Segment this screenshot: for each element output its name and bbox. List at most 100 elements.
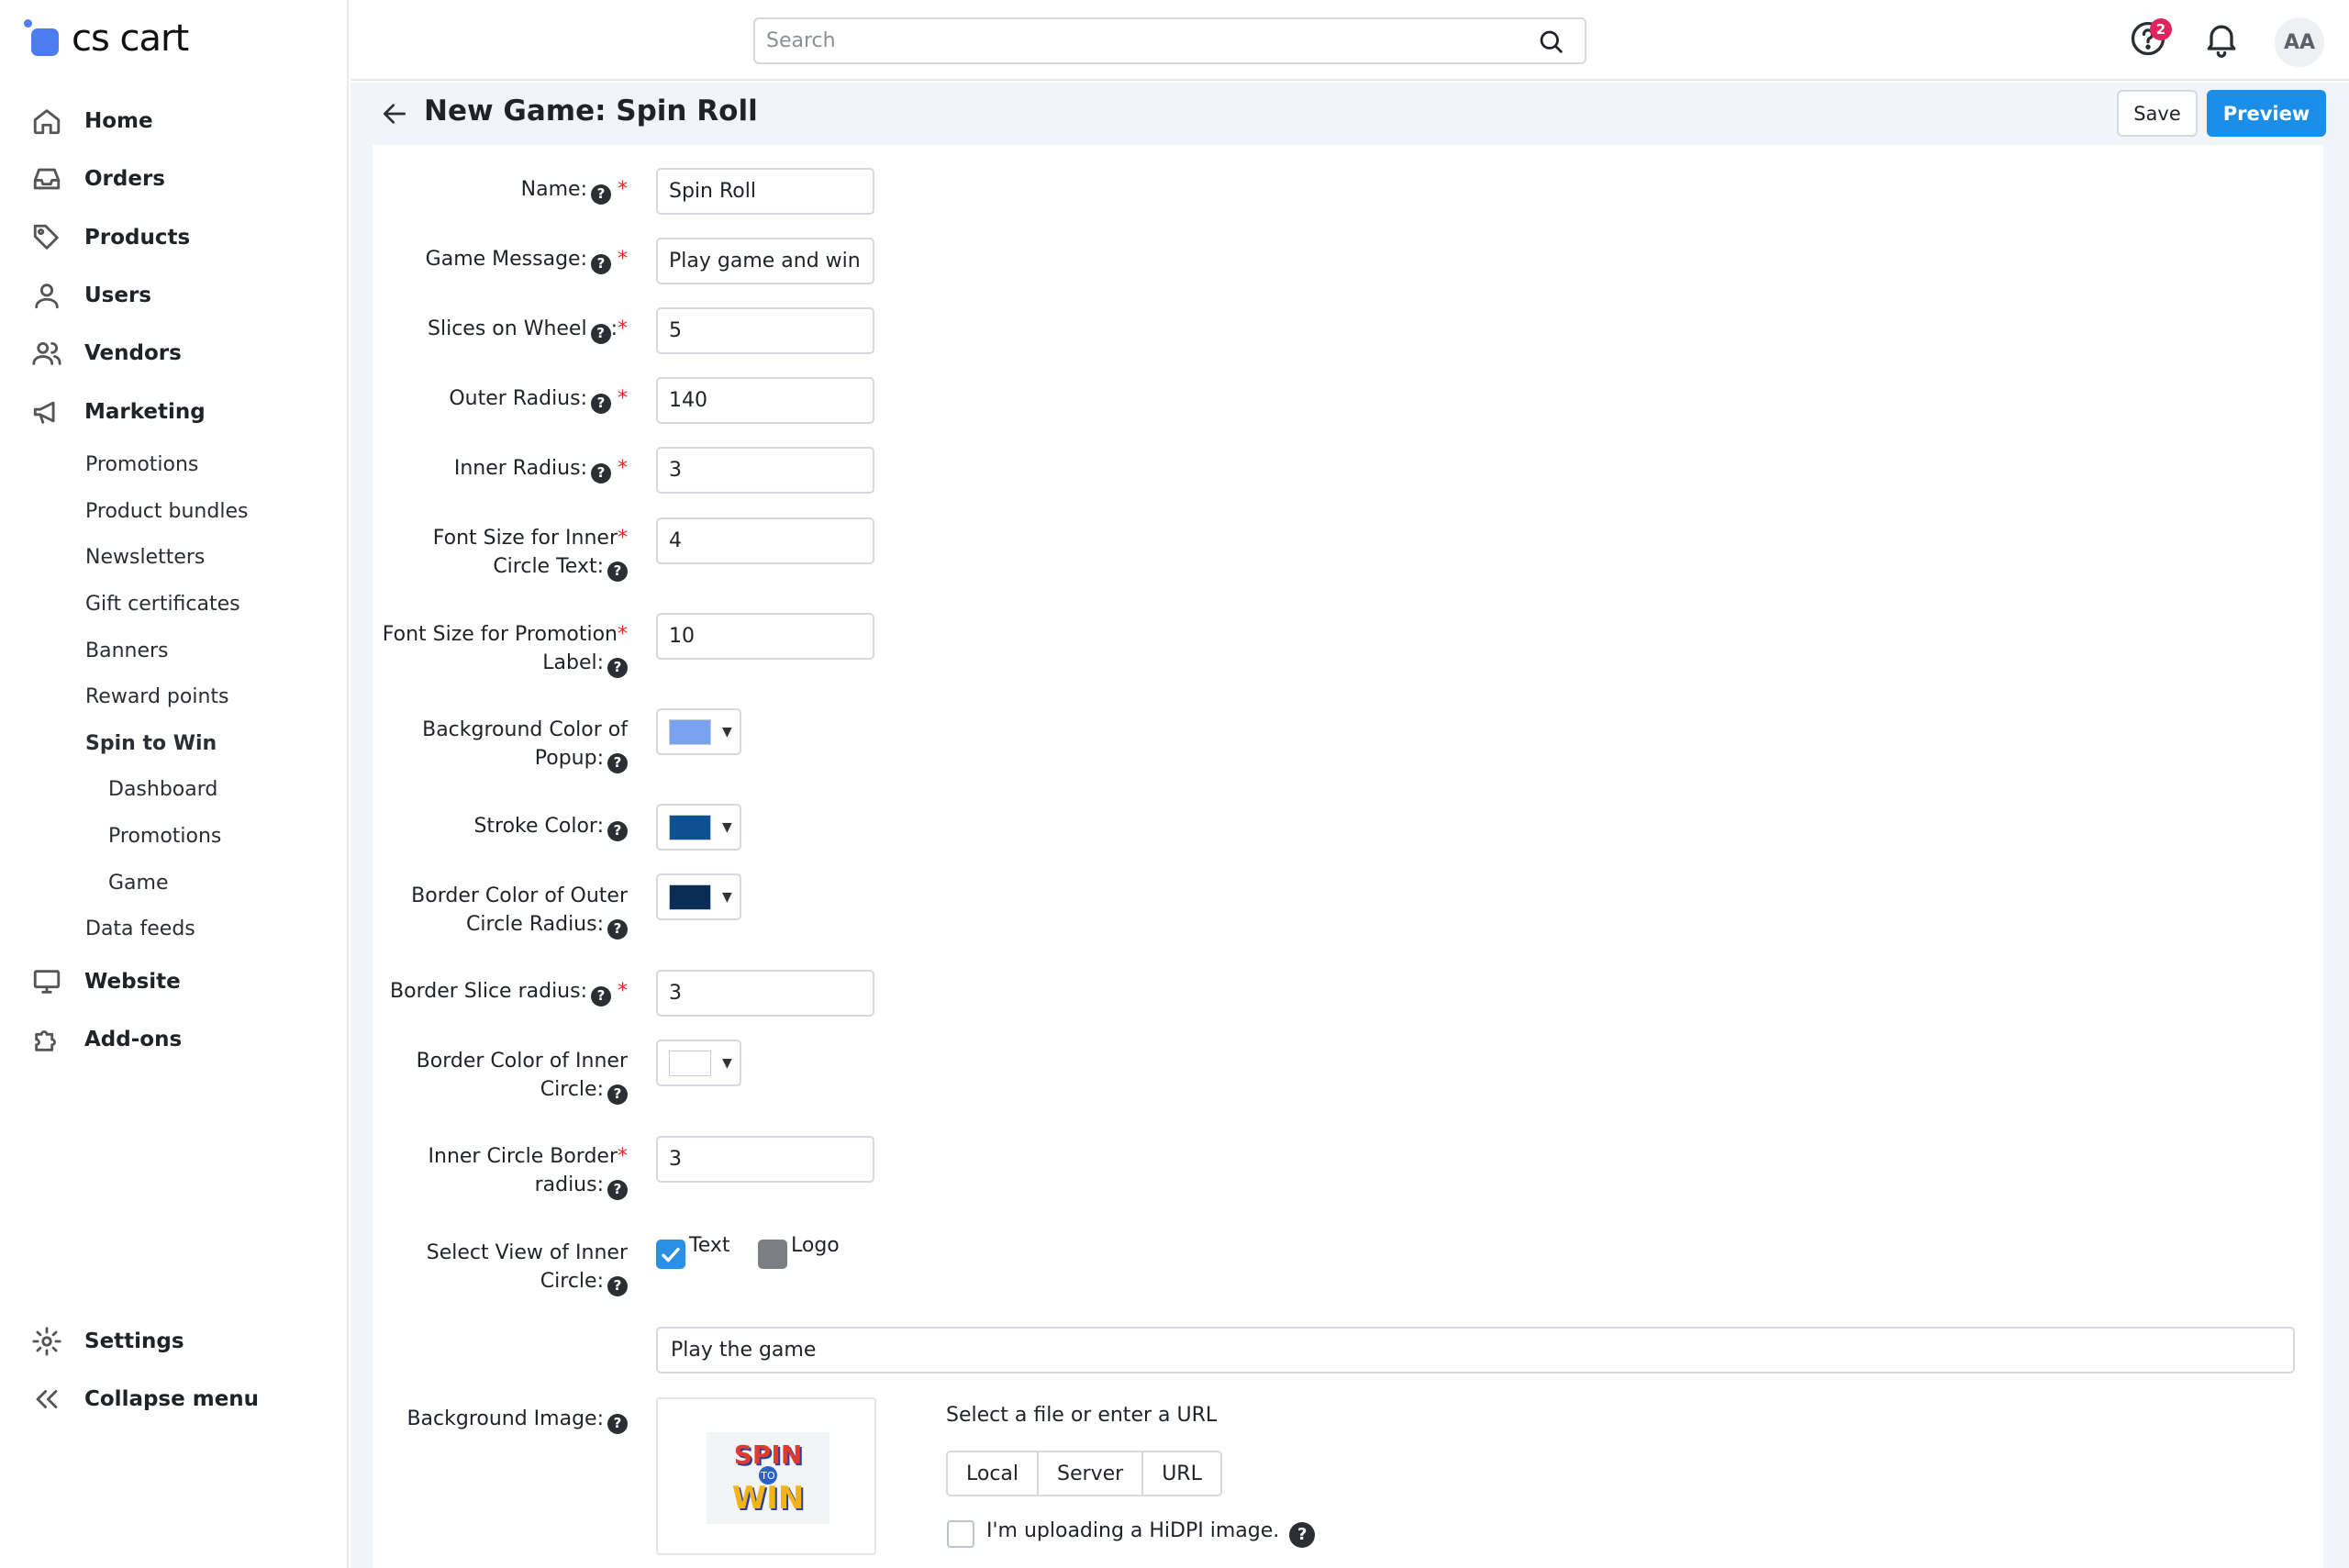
label-text: Border Color of Outer xyxy=(411,884,628,907)
brand-logo[interactable]: cs cart xyxy=(24,17,189,61)
sidebar-item-settings[interactable]: Settings xyxy=(31,1321,184,1362)
label-text: Select View of Inner xyxy=(426,1241,628,1264)
border-inner-color-picker[interactable]: ▼ xyxy=(656,1040,741,1086)
notification-count-badge: 2 xyxy=(2150,18,2172,40)
required-marker: * xyxy=(618,1145,628,1168)
sidebar-item-label: Collapse menu xyxy=(84,1387,260,1411)
label-text: radius: xyxy=(534,1173,604,1196)
help-icon[interactable]: ? xyxy=(1289,1521,1316,1548)
user-avatar[interactable]: AA xyxy=(2275,17,2324,67)
help-icon[interactable]: ? xyxy=(607,1413,628,1434)
sidebar-item-orders[interactable]: Orders xyxy=(31,159,165,199)
label-text: Border Slice radius: xyxy=(390,980,587,1003)
sidebar-sub-reward-points[interactable]: Reward points xyxy=(85,678,229,715)
preview-button[interactable]: Preview xyxy=(2207,90,2326,137)
sidebar-item-addons[interactable]: Add-ons xyxy=(31,1019,182,1060)
help-icon[interactable]: ? xyxy=(607,820,628,841)
help-icon[interactable]: ? xyxy=(607,1084,628,1105)
label-text: Stroke Color: xyxy=(473,815,604,838)
help-icon[interactable]: ? xyxy=(607,918,628,940)
sidebar-sub-banners[interactable]: Banners xyxy=(85,632,169,669)
sidebar-item-label: Website xyxy=(84,970,181,994)
sidebar-item-home[interactable]: Home xyxy=(31,101,153,141)
help-icon[interactable]: ? xyxy=(607,1275,628,1296)
sidebar-item-website[interactable]: Website xyxy=(31,962,181,1002)
back-arrow-icon[interactable] xyxy=(380,99,409,128)
logo-view-checkbox[interactable] xyxy=(758,1240,787,1269)
sidebar-sub-newsletters[interactable]: Newsletters xyxy=(85,539,205,575)
sidebar-sub-spin-to-win[interactable]: Spin to Win xyxy=(85,725,217,762)
checkmark-icon xyxy=(662,1248,680,1262)
logo-view-label: Logo xyxy=(791,1234,840,1257)
inner-radius-label: Inner Radius:? * xyxy=(454,454,628,484)
bg-image-preview[interactable]: SPIN TO WIN xyxy=(656,1397,876,1555)
label-text: Circle: xyxy=(540,1270,604,1293)
bell-icon[interactable] xyxy=(2201,18,2242,59)
search-input[interactable] xyxy=(755,19,1508,62)
tag-icon xyxy=(33,224,59,250)
border-outer-label: Border Color of Outer Circle Radius:? xyxy=(411,882,628,940)
sidebar-sub-promotions[interactable]: Promotions xyxy=(85,446,198,483)
border-outer-color-picker[interactable]: ▼ xyxy=(656,873,741,920)
user-icon xyxy=(35,284,59,309)
sidebar-sub-product-bundles[interactable]: Product bundles xyxy=(85,493,248,529)
sidebar-sub-spin-promotions[interactable]: Promotions xyxy=(108,817,221,854)
inner-border-radius-input[interactable] xyxy=(656,1136,874,1183)
sidebar-collapse-menu[interactable]: Collapse menu xyxy=(31,1379,259,1419)
border-slice-input[interactable] xyxy=(656,970,874,1017)
caret-down-icon: ▼ xyxy=(722,724,732,740)
local-source-button[interactable]: Local xyxy=(948,1452,1040,1495)
megaphone-icon xyxy=(33,401,55,424)
inner-circle-text-input[interactable] xyxy=(656,1327,2295,1373)
help-icon[interactable]: ? xyxy=(607,657,628,678)
sidebar-sub-data-feeds[interactable]: Data feeds xyxy=(85,910,195,947)
sidebar-sub-dashboard[interactable]: Dashboard xyxy=(108,771,217,807)
sidebar-item-label: Users xyxy=(84,284,151,307)
help-icon[interactable]: ? xyxy=(607,1179,628,1200)
slices-input[interactable] xyxy=(656,307,874,354)
caret-down-icon: ▼ xyxy=(722,889,732,905)
sidebar-item-label: Orders xyxy=(84,167,165,191)
inner-radius-input[interactable] xyxy=(656,447,874,494)
server-source-button[interactable]: Server xyxy=(1039,1452,1144,1495)
required-marker: * xyxy=(618,623,628,646)
users-icon xyxy=(32,341,61,365)
help-icon[interactable]: ? xyxy=(591,985,611,1006)
font-promo-input[interactable] xyxy=(656,613,874,660)
help-icon[interactable]: ? xyxy=(607,561,628,582)
sidebar-item-vendors[interactable]: Vendors xyxy=(31,333,182,373)
stroke-color-picker[interactable]: ▼ xyxy=(656,804,741,851)
help-icon[interactable]: ? xyxy=(591,393,611,414)
help-icon[interactable]: ? xyxy=(591,253,611,274)
sidebar-sub-gift-certificates[interactable]: Gift certificates xyxy=(85,585,240,622)
outer-radius-input[interactable] xyxy=(656,377,874,424)
stroke-color-label: Stroke Color:? xyxy=(473,812,628,841)
game-message-input[interactable] xyxy=(656,238,874,284)
sidebar-item-users[interactable]: Users xyxy=(31,275,151,316)
bg-popup-color-picker[interactable]: ▼ xyxy=(656,708,741,755)
sidebar-item-products[interactable]: Products xyxy=(31,217,190,258)
help-icon[interactable]: ? xyxy=(590,323,611,344)
sidebar-item-label: Marketing xyxy=(84,400,206,424)
sidebar: cs cart Home Orders Products Users Vendo… xyxy=(0,0,349,1568)
help-icon[interactable]: ? xyxy=(607,752,628,773)
bg-image-label: Background Image:? xyxy=(406,1405,628,1434)
sidebar-sub-game[interactable]: Game xyxy=(108,864,169,901)
name-input[interactable] xyxy=(656,168,874,215)
page-title: New Game: Spin Roll xyxy=(424,95,758,128)
hidpi-checkbox[interactable] xyxy=(947,1520,974,1548)
bg-popup-label: Background Color of Popup:? xyxy=(422,716,628,773)
game-message-label: Game Message:? * xyxy=(426,245,628,274)
save-button[interactable]: Save xyxy=(2117,90,2198,137)
help-icon[interactable]: ? xyxy=(591,183,611,205)
sidebar-item-marketing[interactable]: Marketing xyxy=(31,392,206,432)
inbox-icon xyxy=(33,168,61,190)
required-marker: * xyxy=(618,248,628,271)
label-text: Game Message: xyxy=(425,248,587,271)
search-icon[interactable] xyxy=(1537,28,1564,55)
font-inner-input[interactable] xyxy=(656,517,874,564)
file-source-selector: Local Server URL xyxy=(946,1451,1222,1496)
help-icon[interactable]: ? xyxy=(591,462,611,484)
url-source-button[interactable]: URL xyxy=(1143,1452,1220,1495)
text-view-checkbox[interactable] xyxy=(656,1240,685,1269)
